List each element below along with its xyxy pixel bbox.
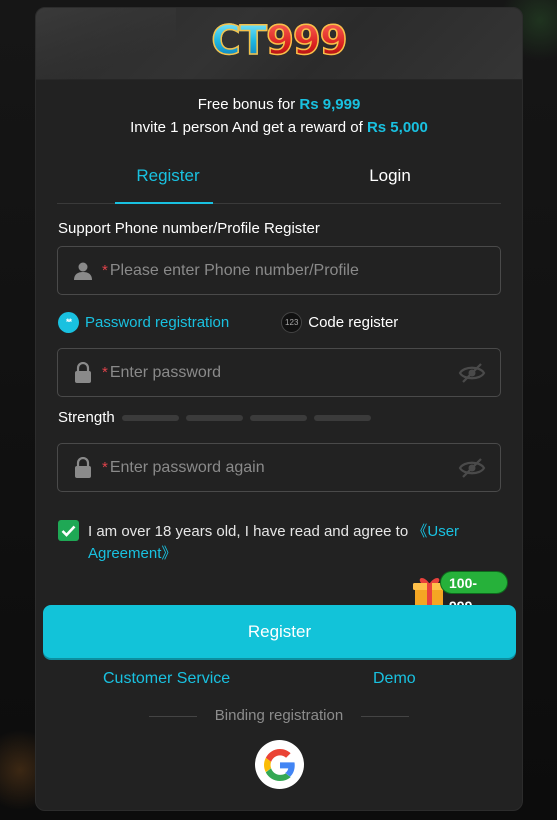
agreement-checkbox[interactable] [58,520,79,541]
brand-logo: CT 999 [211,17,349,65]
strength-segment [249,414,307,421]
phone-input[interactable] [109,261,500,280]
register-modal: CT 999 Free bonus for Rs 9,999 Invite 1 … [35,7,523,811]
google-icon [263,748,295,781]
customer-service-link[interactable]: Customer Service [103,670,230,688]
strength-segment [313,414,371,421]
modal-header: CT 999 [36,8,522,80]
promo-line-2: Invite 1 person And get a reward of Rs 5… [36,119,522,136]
agreement-statement: I am over 18 years old, I have read and … [88,523,409,540]
phone-field[interactable]: * [57,246,501,295]
confirm-password-input[interactable] [109,458,500,477]
promo-line-1: Free bonus for Rs 9,999 [36,96,522,113]
logo-ct: CT [211,17,268,65]
code-mode-label: Code register [308,313,399,331]
binding-registration-divider: Binding registration [36,707,522,724]
agreement-row: I am over 18 years old, I have read and … [58,520,488,565]
demo-link[interactable]: Demo [373,670,416,688]
bonus-range-badge: 100-999 [440,571,508,614]
strength-segment [185,414,243,421]
required-mark: * [102,364,108,381]
promo-banner: Free bonus for Rs 9,999 Invite 1 person … [36,96,522,136]
promo-reward-amount: Rs 5,000 [366,119,428,136]
promo-line-1-text: Free bonus for [197,96,296,113]
password-input[interactable] [109,363,500,382]
code-mode-icon: 123 [281,311,303,333]
register-mode-selector: ** Password registration 123 Code regist… [58,311,522,333]
register-section-label: Support Phone number/Profile Register [58,220,320,237]
lock-icon [72,361,94,384]
checkmark-icon [61,525,76,537]
password-registration-option[interactable]: ** Password registration [58,311,230,333]
tab-register[interactable]: Register [57,166,279,203]
password-mode-label: Password registration [85,313,230,331]
required-mark: * [102,262,108,279]
confirm-password-field[interactable]: * [57,443,501,492]
auth-tabs: Register Login [57,166,501,204]
lock-icon [72,456,94,479]
agreement-text: I am over 18 years old, I have read and … [88,521,488,565]
promo-line-2-text: Invite 1 person And get a reward of [130,119,363,136]
bonus-badge: 100-999 [412,571,508,614]
code-register-option[interactable]: 123 Code register [281,311,399,333]
eye-closed-icon[interactable] [458,361,486,385]
password-mode-icon: ** [58,311,79,333]
password-strength: Strength [58,409,522,426]
strength-segment [121,414,179,421]
required-mark: * [102,459,108,476]
eye-closed-icon[interactable] [458,456,486,480]
user-icon [72,260,94,282]
tab-login[interactable]: Login [279,166,501,203]
logo-999: 999 [265,17,348,65]
google-login-button[interactable] [255,740,304,789]
register-button[interactable]: Register [43,605,516,658]
strength-label: Strength [58,409,115,426]
password-field[interactable]: * [57,348,501,397]
promo-bonus-amount: Rs 9,999 [299,96,361,113]
